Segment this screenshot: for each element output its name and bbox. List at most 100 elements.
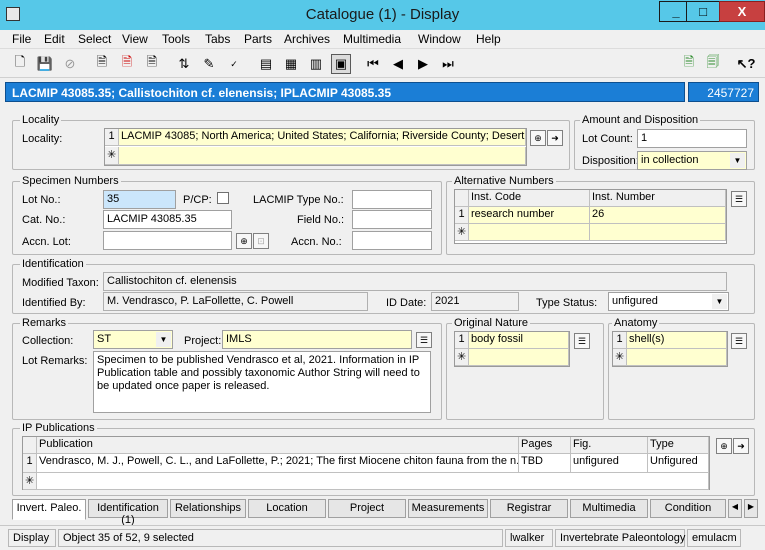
menu-tools[interactable]: Tools: [162, 32, 190, 46]
fig-cell[interactable]: unfigured: [571, 454, 648, 473]
menu-parts[interactable]: Parts: [244, 32, 272, 46]
tab-relationships[interactable]: Relationships: [170, 499, 246, 518]
display-view-icon[interactable]: ▣: [331, 54, 351, 74]
type-cell[interactable]: Unfigured: [648, 454, 709, 473]
cat-no-field[interactable]: LACMIP 43085.35: [103, 210, 232, 229]
modified-taxon-field[interactable]: Callistochiton cf. elenensis: [103, 272, 727, 291]
tab-multimedia[interactable]: Multimedia: [570, 499, 648, 518]
accn-no-field[interactable]: [352, 231, 432, 250]
list-view-icon[interactable]: ▥: [306, 54, 326, 74]
inst-number-cell[interactable]: 26: [590, 207, 726, 224]
chevron-down-icon[interactable]: ▼: [712, 294, 727, 309]
save-icon[interactable]: 💾: [35, 54, 55, 74]
tab-invert-paleo[interactable]: Invert. Paleo.: [12, 499, 86, 520]
col-inst-number[interactable]: Inst. Number: [590, 190, 726, 207]
chevron-down-icon[interactable]: ▼: [730, 153, 745, 168]
menu-window[interactable]: Window: [418, 32, 461, 46]
add-attach-icon[interactable]: 🗎: [679, 54, 699, 74]
collection-select[interactable]: ST ▼: [93, 330, 173, 349]
delete-record-icon[interactable]: 🗎: [117, 54, 137, 74]
menu-help[interactable]: Help: [476, 32, 501, 46]
tab-registrar[interactable]: Registrar: [490, 499, 568, 518]
publication-new-row[interactable]: [37, 473, 709, 490]
inst-code-new-cell[interactable]: [469, 224, 590, 241]
menu-multimedia[interactable]: Multimedia: [343, 32, 401, 46]
attach-accession-icon[interactable]: ⊕: [236, 233, 252, 249]
original-nature-cell[interactable]: body fossil: [469, 332, 569, 349]
locality-new-row[interactable]: [119, 147, 526, 165]
pcp-checkbox[interactable]: [217, 192, 229, 204]
lot-count-field[interactable]: 1: [637, 129, 747, 148]
new-row-marker: ✳: [613, 349, 627, 366]
close-button[interactable]: X: [719, 1, 765, 22]
cancel-icon[interactable]: ⊘: [60, 54, 80, 74]
open-accession-icon[interactable]: ⊡: [253, 233, 269, 249]
last-record-icon[interactable]: ⏭: [438, 54, 458, 74]
discard-record-icon[interactable]: 🗎: [142, 54, 162, 74]
identified-by-field[interactable]: M. Vendrasco, P. LaFollette, C. Powell: [103, 292, 368, 311]
maximize-button[interactable]: □: [686, 1, 720, 22]
locality-section-label: Locality: [20, 114, 62, 126]
publication-cell[interactable]: Vendrasco, M. J., Powell, C. L., and LaF…: [37, 454, 519, 473]
anatomy-lookup-icon[interactable]: ☰: [731, 333, 747, 349]
accn-lot-field[interactable]: [103, 231, 232, 250]
col-fig[interactable]: Fig.: [571, 437, 648, 454]
locality-value[interactable]: LACMIP 43085; North America; United Stat…: [119, 129, 526, 146]
sort-icon[interactable]: ⇅: [174, 54, 194, 74]
col-type[interactable]: Type: [648, 437, 709, 454]
menu-edit[interactable]: Edit: [44, 32, 65, 46]
inst-code-cell[interactable]: research number: [469, 207, 590, 224]
type-status-select[interactable]: unfigured ▼: [608, 292, 729, 311]
menu-tabs[interactable]: Tabs: [205, 32, 230, 46]
anatomy-cell[interactable]: shell(s): [627, 332, 727, 349]
new-document-icon[interactable]: 🗋: [10, 54, 30, 74]
disposition-select[interactable]: in collection ▼: [637, 151, 747, 170]
chevron-down-icon[interactable]: ▼: [156, 332, 171, 347]
context-help-icon[interactable]: ↖?: [736, 54, 756, 74]
id-date-field[interactable]: 2021: [431, 292, 519, 311]
lot-remarks-textarea[interactable]: Specimen to be published Vendrasco et al…: [93, 351, 431, 413]
page-view-icon[interactable]: ▤: [256, 54, 276, 74]
original-nature-new-cell[interactable]: [469, 349, 569, 366]
open-record-icon[interactable]: 🗎: [92, 54, 112, 74]
lot-no-field[interactable]: 35: [103, 190, 176, 209]
tab-condition[interactable]: Condition: [650, 499, 726, 518]
pages-cell[interactable]: TBD: [519, 454, 571, 473]
field-no-field[interactable]: [352, 210, 432, 229]
grid-view-icon[interactable]: ▦: [281, 54, 301, 74]
tab-identification[interactable]: Identification (1): [88, 499, 168, 526]
disposition-value: in collection: [641, 154, 699, 166]
menu-archives[interactable]: Archives: [284, 32, 330, 46]
col-publication[interactable]: Publication: [37, 437, 519, 454]
inst-number-new-cell[interactable]: [590, 224, 726, 241]
edit-icon[interactable]: ✎: [199, 54, 219, 74]
menu-view[interactable]: View: [122, 32, 148, 46]
tab-scroll-right-icon[interactable]: ▶: [744, 499, 758, 518]
col-pages[interactable]: Pages: [519, 437, 571, 454]
tab-project[interactable]: Project: [328, 499, 406, 518]
lot-count-label: Lot Count:: [582, 133, 633, 145]
open-locality-icon[interactable]: ➜: [547, 130, 563, 146]
lookup-icon[interactable]: ☰: [731, 191, 747, 207]
identified-by-label: Identified By:: [22, 297, 86, 309]
tab-scroll-left-icon[interactable]: ◀: [728, 499, 742, 518]
original-nature-lookup-icon[interactable]: ☰: [574, 333, 590, 349]
spell-check-icon[interactable]: ✓: [224, 54, 244, 74]
previous-record-icon[interactable]: ◀: [388, 54, 408, 74]
project-field[interactable]: IMLS: [222, 330, 412, 349]
next-record-icon[interactable]: ▶: [413, 54, 433, 74]
new-row-marker: ✳: [455, 349, 469, 366]
tab-measurements[interactable]: Measurements: [408, 499, 488, 518]
anatomy-new-cell[interactable]: [627, 349, 727, 366]
first-record-icon[interactable]: ⏮: [363, 54, 383, 74]
menu-select[interactable]: Select: [78, 32, 111, 46]
attach-locality-icon[interactable]: ⊕: [530, 130, 546, 146]
tab-location[interactable]: Location: [248, 499, 326, 518]
lacmip-type-field[interactable]: [352, 190, 432, 209]
open-publication-icon[interactable]: ➜: [733, 438, 749, 454]
copy-attach-icon[interactable]: 🗐: [703, 54, 723, 74]
menu-file[interactable]: File: [12, 32, 31, 46]
project-lookup-icon[interactable]: ☰: [416, 332, 432, 348]
attach-publication-icon[interactable]: ⊕: [716, 438, 732, 454]
col-inst-code[interactable]: Inst. Code: [469, 190, 590, 207]
